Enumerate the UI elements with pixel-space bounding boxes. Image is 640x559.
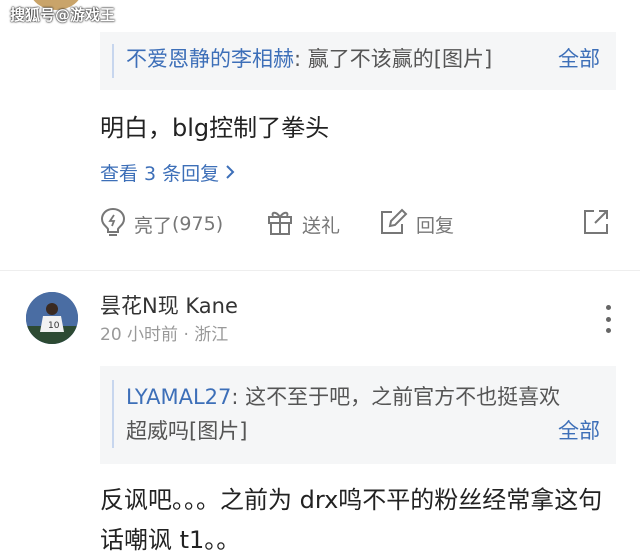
gift-button[interactable]: 送礼 [266,206,340,242]
edit-icon [378,208,416,241]
quote-text: 不爱恩静的李相赫: 赢了不该赢的[图片] [126,47,493,71]
action-bar: 亮了 (975) 送礼 回复 [100,206,620,242]
like-label: 亮了 [134,214,173,237]
quote-user[interactable]: LYAMAL27 [126,385,231,409]
avatar[interactable]: 10 [26,292,78,344]
quote-bar [112,44,114,78]
quote-bar [112,380,114,448]
quote-expand-button[interactable]: 全部 [558,414,600,448]
like-button[interactable]: 亮了 (975) [100,206,223,242]
more-options-icon[interactable] [600,305,616,333]
watermark: 搜狐号@游戏王 [10,6,116,24]
share-icon [582,208,618,241]
quote-expand-button[interactable]: 全部 [558,42,600,76]
svg-text:10: 10 [48,321,60,331]
quoted-comment[interactable]: 不爱恩静的李相赫: 赢了不该赢的[图片] 全部 [100,32,616,90]
quote-text: LYAMAL27: 这不至于吧，之前官方不也挺喜欢超威吗[图片] [126,385,561,443]
share-button[interactable] [582,206,618,242]
bulb-icon [100,207,134,242]
comment-meta: 20 小时前 · 浙江 [100,325,229,345]
chevron-right-icon [225,161,235,187]
reply-text: 反讽吧。。。之前为 drx鸣不平的粉丝经常拿这句话嘲讽 t1。。 [100,486,603,554]
comment-divider [0,270,640,271]
username[interactable]: 昙花N现 Kane [100,292,238,320]
view-replies-link[interactable]: 查看 3 条回复 [100,161,235,187]
like-count: (975) [172,213,224,235]
gift-label: 送礼 [302,214,341,237]
reply-button[interactable]: 回复 [378,206,454,242]
gift-icon [266,208,302,241]
reply-text: 明白，blg控制了拳头 [100,114,330,142]
quote-user[interactable]: 不爱恩静的李相赫 [126,47,294,71]
reply-label: 回复 [416,214,455,237]
quoted-comment[interactable]: LYAMAL27: 这不至于吧，之前官方不也挺喜欢超威吗[图片] 全部 [100,366,616,464]
